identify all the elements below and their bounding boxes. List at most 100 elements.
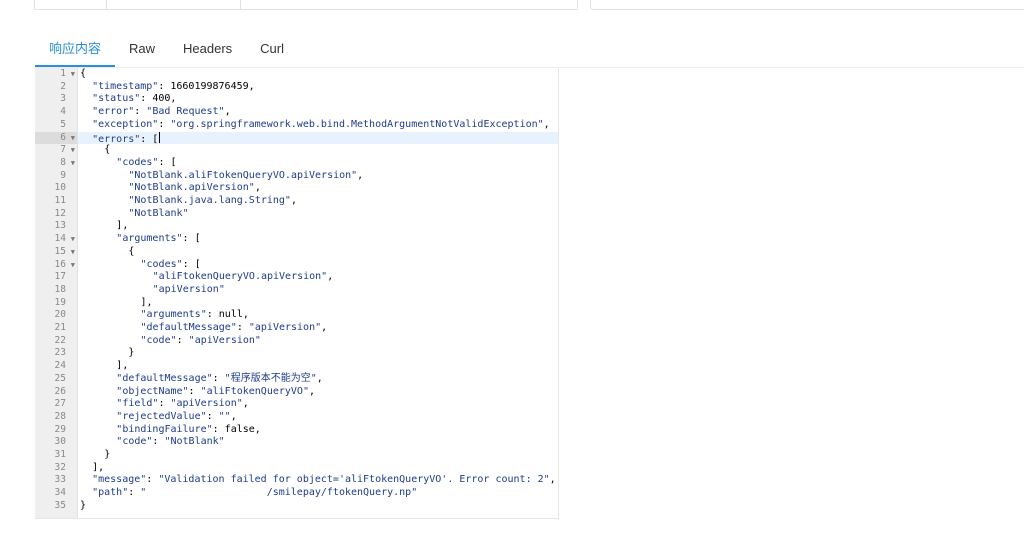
code-line: { bbox=[78, 144, 558, 157]
line-number-text: 11 bbox=[54, 195, 66, 206]
line-number: 23 bbox=[35, 347, 77, 360]
fold-toggle-icon[interactable]: ▼ bbox=[71, 157, 75, 170]
tab-raw[interactable]: Raw bbox=[115, 31, 169, 67]
fold-toggle-icon[interactable]: ▼ bbox=[71, 144, 75, 157]
line-number: 18 bbox=[35, 284, 77, 297]
fold-toggle-icon[interactable]: ▼ bbox=[71, 132, 75, 145]
code-token: } bbox=[128, 347, 135, 359]
fold-toggle-icon[interactable]: ▼ bbox=[71, 259, 75, 272]
code-line: "code": "NotBlank" bbox=[78, 436, 558, 449]
line-number-text: 32 bbox=[54, 461, 66, 473]
line-number: 5 bbox=[35, 119, 77, 132]
line-number-text: 6 bbox=[60, 131, 66, 143]
line-number: 29 bbox=[35, 424, 77, 437]
line-number: 30 bbox=[35, 436, 77, 449]
code-token: : bbox=[236, 322, 249, 333]
code-token: : bbox=[158, 398, 171, 410]
line-number: 17 bbox=[35, 271, 77, 284]
line-number: 31 bbox=[35, 449, 77, 462]
code-line: "codes": [ bbox=[78, 157, 558, 170]
code-line: ], bbox=[78, 360, 558, 373]
fold-toggle-icon[interactable]: ▼ bbox=[71, 68, 75, 81]
code-token: "timestamp" bbox=[92, 80, 159, 92]
line-number-text: 15 bbox=[54, 245, 66, 257]
code-token: : bbox=[206, 410, 219, 422]
code-token: : bbox=[206, 309, 219, 321]
code-token: "exception" bbox=[92, 118, 159, 130]
line-number-text: 34 bbox=[54, 487, 66, 499]
code-token: " /smilepay/ftokenQuery.np" bbox=[140, 487, 418, 499]
top-input[interactable] bbox=[590, 0, 1024, 10]
tab-response-content[interactable]: 响应内容 bbox=[35, 31, 116, 67]
code-line: "rejectedValue": "", bbox=[78, 411, 558, 424]
code-area[interactable]: {"timestamp": 1660199876459, "status": 40… bbox=[78, 68, 558, 518]
code-token: 1660199876459 bbox=[170, 80, 249, 92]
code-token: "error" bbox=[92, 106, 135, 118]
code-line: "defaultMessage": "程序版本不能为空", bbox=[78, 373, 558, 386]
code-line: "path": " /smilepay/ftokenQuery.np" bbox=[78, 487, 558, 500]
code-token: "path" bbox=[92, 487, 129, 499]
code-line: } bbox=[78, 500, 558, 513]
line-number: 13 bbox=[35, 220, 77, 233]
line-number-text: 3 bbox=[60, 93, 66, 105]
code-token: "org.springframework.web.bind.MethodArgu… bbox=[170, 118, 544, 130]
code-token: : bbox=[128, 487, 141, 499]
code-token: "apiVersion" bbox=[188, 334, 261, 346]
code-token: : [ bbox=[182, 258, 201, 270]
code-line: } bbox=[78, 449, 558, 462]
line-number: 22 bbox=[35, 335, 77, 348]
code-token: , bbox=[357, 169, 364, 181]
code-token: "NotBlank.apiVersion" bbox=[128, 182, 255, 194]
code-token: "Validation failed for object='aliFtoken… bbox=[158, 474, 550, 486]
code-token: "NotBlank" bbox=[128, 207, 189, 219]
code-token: : bbox=[158, 118, 171, 130]
line-number: 20 bbox=[35, 309, 77, 322]
line-number-text: 23 bbox=[54, 347, 66, 359]
fold-toggle-icon[interactable]: ▼ bbox=[71, 246, 75, 259]
line-number: 8 ▼ bbox=[35, 157, 77, 170]
line-number-text: 7 bbox=[60, 144, 66, 156]
line-number-text: 14 bbox=[54, 233, 66, 245]
line-number: 16 ▼ bbox=[35, 259, 77, 272]
line-number: 2 bbox=[35, 81, 77, 94]
code-token: : bbox=[146, 474, 159, 486]
code-token: , bbox=[230, 410, 237, 422]
code-token: "arguments" bbox=[116, 233, 183, 245]
line-number: 1 ▼ bbox=[35, 68, 77, 81]
line-number-text: 10 bbox=[54, 182, 66, 194]
code-token: : bbox=[176, 334, 189, 346]
code-line: "code": "apiVersion" bbox=[78, 335, 558, 348]
line-number-text: 28 bbox=[54, 410, 66, 422]
line-number: 35 bbox=[35, 500, 77, 513]
code-token: "errors" bbox=[92, 133, 141, 145]
code-token: "codes" bbox=[116, 156, 159, 168]
code-token: "apiVersion" bbox=[170, 398, 243, 410]
code-token: "arguments" bbox=[140, 309, 207, 321]
tab-headers[interactable]: Headers bbox=[169, 31, 246, 67]
tab-curl[interactable]: Curl bbox=[246, 31, 298, 67]
code-token: : [ bbox=[182, 233, 201, 245]
code-token: ], bbox=[116, 360, 129, 372]
code-token: } bbox=[104, 449, 111, 460]
code-token: "aliFtokenQueryVO" bbox=[200, 385, 309, 397]
line-number: 32 bbox=[35, 462, 77, 475]
code-line: "bindingFailure": false, bbox=[78, 424, 558, 437]
text-cursor bbox=[159, 131, 161, 143]
fold-toggle-icon[interactable]: ▼ bbox=[71, 233, 75, 246]
line-number-text: 27 bbox=[54, 398, 66, 410]
code-token: "Bad Request" bbox=[146, 106, 225, 118]
line-number-text: 19 bbox=[54, 296, 66, 308]
line-number-text: 30 bbox=[54, 436, 66, 448]
code-line: ], bbox=[78, 462, 558, 475]
json-editor[interactable]: 1 ▼ 2 3 4 5 6 ▼ 7 ▼ 8 ▼ 9 10 11 12 13 14 ▼ 15 ▼ 16 ▼ 17 18 19 20 21… bbox=[35, 68, 559, 519]
line-number: 21 bbox=[35, 322, 77, 335]
line-number-text: 24 bbox=[54, 360, 66, 372]
code-line: "arguments": null, bbox=[78, 309, 558, 322]
line-number: 14 ▼ bbox=[35, 233, 77, 246]
code-token: , bbox=[543, 118, 550, 130]
line-number-text: 20 bbox=[54, 309, 66, 321]
code-token: , bbox=[248, 80, 255, 92]
line-number-text: 25 bbox=[54, 372, 66, 384]
line-number: 24 bbox=[35, 360, 77, 373]
line-number-text: 17 bbox=[54, 271, 66, 283]
